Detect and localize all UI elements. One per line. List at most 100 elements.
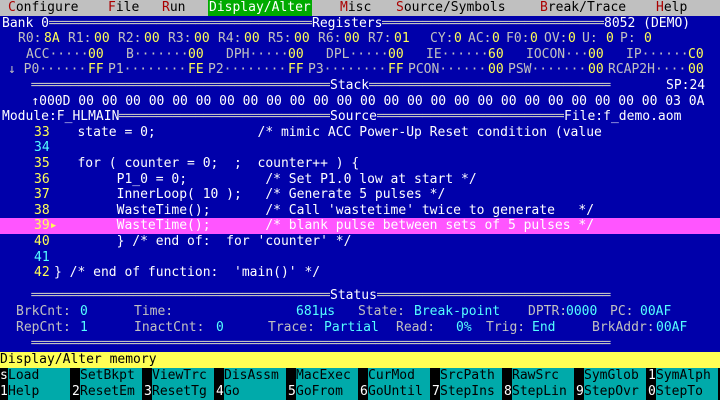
register-value[interactable]: 0: [606, 31, 614, 47]
time-label: Time:: [134, 304, 174, 319]
state-label: State:: [358, 304, 405, 319]
register-label: R0:: [18, 31, 42, 47]
register-value[interactable]: 00: [288, 47, 304, 63]
source-line-current[interactable]: 39▸ WasteTime(); /* blank pulse between …: [0, 218, 720, 234]
register-value[interactable]: 0: [568, 31, 576, 47]
fkey-setbkpt-button[interactable]: SetBkpt: [80, 368, 142, 384]
register-value[interactable]: FF: [88, 62, 104, 78]
register-value[interactable]: FE: [188, 62, 204, 78]
fkey-gountil-button[interactable]: GoUntil: [368, 384, 430, 400]
fkey-rawsrc-button[interactable]: RawSrc: [512, 368, 574, 384]
source-code: WasteTime(); /* blank pulse between sets…: [54, 218, 595, 234]
fkey-gofrom-button[interactable]: GoFrom: [296, 384, 358, 400]
source-code: WasteTime(); /* Call 'wastetime' twice t…: [54, 202, 595, 218]
source-code: state = 0; /* mimic ACC Power-Up Reset c…: [54, 124, 602, 140]
fkey-help-button[interactable]: Help: [8, 384, 70, 400]
register-value[interactable]: 00: [344, 31, 360, 47]
stack-bytes[interactable]: ↑000D 00 00 00 00 00 00 00 00 00 00 00 0…: [0, 94, 720, 110]
registers-title: Registers: [312, 15, 383, 32]
menu-misc[interactable]: Misc: [340, 0, 371, 16]
register-value[interactable]: 00: [488, 62, 504, 78]
trig-label: Trig:: [486, 320, 526, 335]
menu-break-trace[interactable]: Break/Trace: [540, 0, 626, 16]
fkey-load-button[interactable]: Load: [8, 368, 70, 384]
register-value[interactable]: 00: [188, 47, 204, 63]
register-value[interactable]: 00: [94, 31, 110, 47]
register-value[interactable]: 00: [144, 31, 160, 47]
menu-display-alter[interactable]: Display/Alter: [208, 0, 312, 16]
fkey-steplin-button[interactable]: StepLin: [512, 384, 574, 400]
source-line[interactable]: 38 WasteTime(); /* Call 'wastetime' twic…: [0, 203, 720, 219]
menu-help[interactable]: Help: [656, 0, 687, 16]
register-value[interactable]: 0: [454, 31, 462, 47]
source-line[interactable]: 34: [0, 140, 720, 156]
inactcnt-value: 0: [216, 320, 224, 335]
source-title: Source: [330, 109, 377, 125]
pc-label: PC:: [610, 304, 634, 319]
register-value[interactable]: 8A: [44, 31, 60, 47]
register-label: AC:: [468, 31, 492, 47]
register-label: R2:: [118, 31, 142, 47]
fkey-curmod-button[interactable]: CurMod: [368, 368, 430, 384]
fkey-disassm-button[interactable]: DisAssm: [224, 368, 286, 384]
fkey-resetem-button[interactable]: ResetEm: [80, 384, 142, 400]
register-value[interactable]: FF: [388, 62, 404, 78]
register-value[interactable]: 00: [194, 31, 210, 47]
source-line[interactable]: 36 P1_0 = 0; /* Set P1.0 low at start */: [0, 172, 720, 188]
register-label: B·······: [126, 46, 189, 62]
fkey-symglob-button[interactable]: SymGlob: [584, 368, 646, 384]
fkey-stepovr-button[interactable]: StepOvr: [584, 384, 646, 400]
register-label: DPL·····: [326, 46, 389, 62]
line-number: 33: [34, 124, 50, 140]
register-value[interactable]: 00: [388, 47, 404, 63]
fkey-resettg-button[interactable]: ResetTg: [152, 384, 214, 400]
menu-run[interactable]: Run: [162, 0, 185, 16]
target-name: 8052 (DEMO): [604, 15, 691, 32]
fkey-stepins-button[interactable]: StepIns: [440, 384, 502, 400]
fkey-go-button[interactable]: Go: [224, 384, 286, 400]
source-line[interactable]: 37 InnerLoop( 10 ); /* Generate 5 pulses…: [0, 187, 720, 203]
register-value[interactable]: 0: [644, 31, 652, 47]
file-name: File:f_demo.aom: [564, 109, 682, 125]
register-label: F0:: [506, 31, 530, 47]
line-number: 36: [34, 171, 50, 187]
fkey-symalph-button[interactable]: SymAlph: [656, 368, 718, 384]
register-value[interactable]: 00: [88, 47, 104, 63]
register-value[interactable]: 00: [588, 62, 604, 78]
source-line[interactable]: 35 for ( counter = 0; ; counter++ ) {: [0, 156, 720, 172]
register-label: R1:: [68, 31, 92, 47]
fkey-number: s: [0, 368, 8, 384]
register-value[interactable]: C0: [688, 47, 704, 63]
fkey-srcpath-button[interactable]: SrcPath: [440, 368, 502, 384]
source-code: } /* end of function: 'main()' */: [54, 265, 321, 281]
register-value[interactable]: 01: [394, 31, 410, 47]
menu-file[interactable]: File: [108, 0, 139, 16]
bank-title: Bank 0: [2, 15, 49, 32]
fkey-stepto-button[interactable]: StepTo: [656, 384, 718, 400]
register-label: RCAP2H····: [608, 62, 687, 78]
register-value[interactable]: 00: [294, 31, 310, 47]
menu-source-symbols[interactable]: Source/Symbols: [396, 0, 506, 16]
brkaddr-label: BrkAddr:: [592, 320, 655, 335]
source-line[interactable]: 42} /* end of function: 'main()' */: [0, 265, 720, 281]
source-line[interactable]: 33 state = 0; /* mimic ACC Power-Up Rese…: [0, 125, 720, 141]
status-row-2: RepCnt: 1 InactCnt: 0 Trace: Partial Rea…: [0, 320, 720, 336]
register-value[interactable]: 60: [488, 47, 504, 63]
source-line[interactable]: 40 } /* end of: for 'counter' */: [0, 234, 720, 250]
read-label: Read:: [396, 320, 436, 335]
register-label: CY:: [430, 31, 454, 47]
register-value[interactable]: 0: [530, 31, 538, 47]
register-value[interactable]: FF: [288, 62, 304, 78]
register-value[interactable]: 00: [688, 62, 704, 78]
source-line[interactable]: 41: [0, 250, 720, 266]
fkey-macexec-button[interactable]: MacExec: [296, 368, 358, 384]
register-label: PCON······: [408, 62, 487, 78]
fkey-viewtrc-button[interactable]: ViewTrc: [152, 368, 214, 384]
dptr-label: DPTR:: [528, 304, 568, 319]
brkaddr-value: 00AF: [656, 320, 688, 335]
register-value[interactable]: 00: [588, 47, 604, 63]
register-label: R3:: [168, 31, 192, 47]
register-value[interactable]: 0: [492, 31, 500, 47]
menu-configure[interactable]: Configure: [8, 0, 78, 16]
register-value[interactable]: 00: [244, 31, 260, 47]
